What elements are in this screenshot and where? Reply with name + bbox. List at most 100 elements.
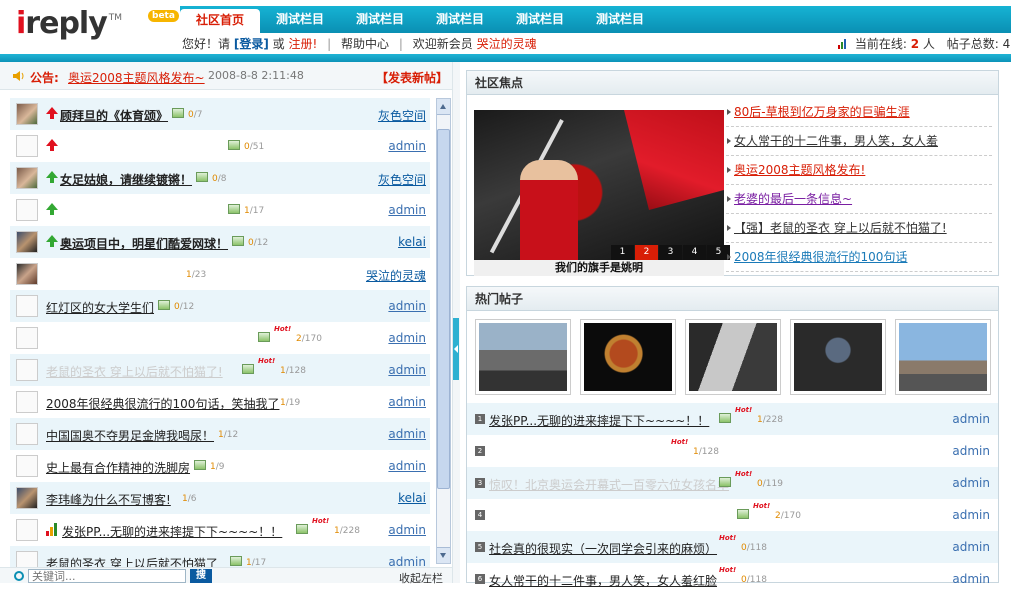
topic-title[interactable]: 李玮峰为什么不写博客! (46, 491, 171, 508)
topic-row[interactable]: 老鼠的圣衣 穿上以后就不怕猫了 1/17 admin (10, 546, 430, 568)
nav-tab-test-3[interactable]: 测试栏目 (420, 6, 500, 33)
focus-item-link[interactable]: 奥运2008主题风格发布! (734, 163, 865, 177)
hot-row[interactable]: 3 惊叹！北京奥运会开幕式一百零六位女孩名单 Hot! 0/119 admin (467, 467, 998, 499)
nav-tab-test-1[interactable]: 测试栏目 (260, 6, 340, 33)
nav-tab-test-2[interactable]: 测试栏目 (340, 6, 420, 33)
nav-tab-home[interactable]: 社区首页 (180, 9, 260, 33)
announcement-title[interactable]: 奥运2008主题风格发布~ (68, 69, 205, 86)
hot-thumbnail[interactable] (475, 319, 571, 395)
topic-row[interactable]: 顾拜旦的《体育颂》 0/7 灰色空间 (10, 98, 430, 130)
hot-title[interactable]: 惊叹！北京奥运会开幕式一百零六位女孩名单 (489, 476, 729, 493)
new-member-link[interactable]: 哭泣的灵魂 (477, 37, 537, 51)
focus-item-link[interactable]: 老婆的最后一条信息~ (734, 192, 852, 206)
hot-title[interactable]: 女人常干的十二件事，男人笑，女人羞红脸 (489, 572, 717, 589)
hot-row[interactable]: 6 女人常干的十二件事，男人笑，女人羞红脸 Hot! 0/118 admin (467, 563, 998, 595)
focus-item-link[interactable]: 2008年很经典很流行的100句话 (734, 250, 907, 264)
topic-author[interactable]: admin (388, 363, 426, 377)
focus-item[interactable]: 80后-草根到亿万身家的巨骗生涯 (726, 98, 992, 127)
topic-row[interactable]: 1/23 哭泣的灵魂 (10, 258, 430, 290)
focus-item-link[interactable]: 女人常干的十二件事，男人笑，女人羞 (734, 134, 938, 148)
nav-tab-test-4[interactable]: 测试栏目 (500, 6, 580, 33)
slide-image[interactable] (474, 110, 724, 260)
register-link[interactable]: 注册! (289, 37, 318, 51)
avatar[interactable] (16, 519, 38, 541)
hot-thumbnail[interactable] (790, 319, 886, 395)
topic-row[interactable]: 红灯区的女大学生们 0/12 admin (10, 290, 430, 322)
slideshow[interactable]: 12345 我们的旗手是姚明 (474, 110, 730, 276)
hot-row[interactable]: 1 发张PP...无聊的进来摔提下下~~~~！！ Hot! 1/228 admin (467, 403, 998, 435)
avatar[interactable] (16, 391, 38, 413)
search-input[interactable] (28, 569, 186, 583)
new-post-button[interactable]: 【发表新帖】 (376, 69, 448, 86)
topic-title[interactable]: 女足姑娘，请继续镀锵！ (60, 171, 192, 188)
topic-title[interactable]: 顾拜旦的《体育颂》 (60, 107, 168, 124)
topic-author[interactable]: admin (388, 395, 426, 409)
topic-title[interactable]: 2008年很经典很流行的100句话，笑抽我了 (46, 395, 279, 412)
hot-thumbnail[interactable] (895, 319, 991, 395)
topic-author[interactable]: admin (388, 203, 426, 217)
topic-row[interactable]: 2008年很经典很流行的100句话，笑抽我了 1/19 admin (10, 386, 430, 418)
avatar[interactable] (16, 135, 38, 157)
topic-row[interactable]: 1/17 admin (10, 194, 430, 226)
topic-row[interactable]: Hot! 2/170 admin (10, 322, 430, 354)
slide-page-3[interactable]: 3 (659, 245, 682, 260)
avatar[interactable] (16, 295, 38, 317)
collapse-left-button[interactable]: 收起左栏 (399, 570, 443, 586)
topic-title[interactable]: 奥运项目中，明星们酷爱网球！ (60, 235, 228, 252)
avatar[interactable] (16, 487, 38, 509)
topic-author[interactable]: admin (388, 427, 426, 441)
hot-thumbnail[interactable] (685, 319, 781, 395)
hot-title[interactable]: 社会真的很现实（一次同学会引来的麻烦） (489, 540, 717, 557)
hot-author[interactable]: admin (952, 508, 990, 522)
hot-author[interactable]: admin (952, 572, 990, 586)
topic-row[interactable]: 发张PP...无聊的进来摔提下下~~~~！！ Hot! 1/228 admin (10, 514, 430, 546)
hot-author[interactable]: admin (952, 476, 990, 490)
avatar[interactable] (16, 359, 38, 381)
hot-author[interactable]: admin (952, 412, 990, 426)
topic-title[interactable]: 发张PP...无聊的进来摔提下下~~~~！！ (62, 523, 282, 540)
topic-row[interactable]: 女足姑娘，请继续镀锵！ 0/8 灰色空间 (10, 162, 430, 194)
hot-thumbnail[interactable] (580, 319, 676, 395)
topic-row[interactable]: 0/51 admin (10, 130, 430, 162)
topic-author[interactable]: admin (388, 299, 426, 313)
topic-title[interactable]: 中国国奥不夺男足金牌我喝尿！ (46, 427, 214, 444)
hot-row[interactable]: 4 Hot! 2/170 admin (467, 499, 998, 531)
topic-title[interactable]: 红灯区的女大学生们 (46, 299, 154, 316)
avatar[interactable] (16, 263, 38, 285)
topic-author[interactable]: kelai (398, 491, 426, 505)
focus-item[interactable]: 女人常干的十二件事，男人笑，女人羞 (726, 127, 992, 156)
topic-author[interactable]: 灰色空间 (378, 107, 426, 124)
focus-item[interactable]: 2008年很经典很流行的100句话 (726, 243, 992, 272)
scroll-up-button[interactable] (437, 99, 450, 115)
avatar[interactable] (16, 551, 38, 568)
topic-row[interactable]: 老鼠的圣衣 穿上以后就不怕猫了! Hot! 1/128 admin (10, 354, 430, 386)
hot-row[interactable]: 2 Hot! 1/128 admin (467, 435, 998, 467)
topic-row[interactable]: 李玮峰为什么不写博客! 1/6 kelai (10, 482, 430, 514)
topic-author[interactable]: 哭泣的灵魂 (366, 267, 426, 284)
avatar[interactable] (16, 167, 38, 189)
collapse-sidebar-toggle[interactable] (453, 318, 459, 380)
focus-item-link[interactable]: 【强】老鼠的圣衣 穿上以后就不怕猫了! (734, 221, 947, 235)
scroll-down-button[interactable] (437, 547, 450, 563)
avatar[interactable] (16, 103, 38, 125)
avatar[interactable] (16, 231, 38, 253)
avatar[interactable] (16, 327, 38, 349)
topic-row[interactable]: 史上最有合作精神的洗脚房 1/9 admin (10, 450, 430, 482)
topic-author[interactable]: admin (388, 331, 426, 345)
focus-item[interactable]: 奥运2008主题风格发布! (726, 156, 992, 185)
focus-item-link[interactable]: 80后-草根到亿万身家的巨骗生涯 (734, 105, 910, 119)
topic-list-scrollbar[interactable] (436, 98, 451, 564)
topic-author[interactable]: admin (388, 523, 426, 537)
topic-author[interactable]: admin (388, 459, 426, 473)
login-link[interactable]: [登录] (234, 37, 269, 51)
focus-item[interactable]: 【强】老鼠的圣衣 穿上以后就不怕猫了! (726, 214, 992, 243)
hot-row[interactable]: 5 社会真的很现实（一次同学会引来的麻烦） Hot! 0/118 admin (467, 531, 998, 563)
search-button[interactable]: 搜 (190, 569, 212, 583)
hot-title[interactable]: 发张PP...无聊的进来摔提下下~~~~！！ (489, 412, 709, 429)
slide-page-1[interactable]: 1 (611, 245, 634, 260)
avatar[interactable] (16, 455, 38, 477)
hot-author[interactable]: admin (952, 444, 990, 458)
topic-title[interactable]: 老鼠的圣衣 穿上以后就不怕猫了! (46, 363, 223, 380)
nav-tab-test-5[interactable]: 测试栏目 (580, 6, 660, 33)
help-link[interactable]: 帮助中心 (341, 37, 389, 51)
